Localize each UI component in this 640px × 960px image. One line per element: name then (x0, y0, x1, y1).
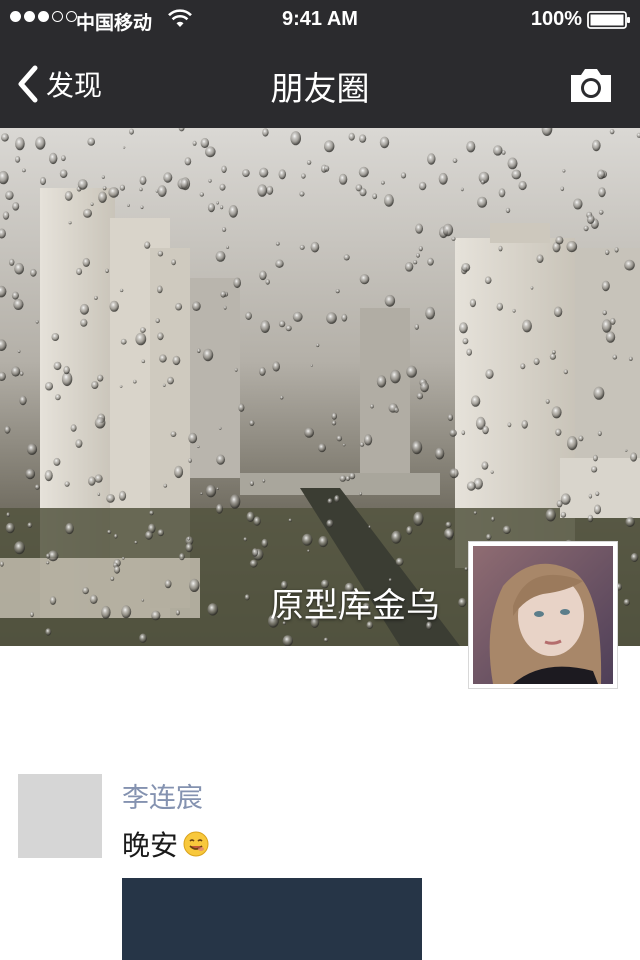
battery-icon (587, 11, 630, 29)
smiling-face-emoji-icon (183, 831, 209, 857)
navigation-bar: 发现 朋友圈 (0, 40, 640, 128)
post-text: 晚安 (122, 829, 179, 862)
battery-percentage: 100% (530, 8, 582, 30)
page-title: 朋友圈 (270, 69, 370, 108)
post-image[interactable] (122, 878, 422, 960)
profile-avatar[interactable] (468, 541, 618, 689)
status-bar: 中国移动 9:41 AM 100% (0, 0, 640, 40)
profile-owner-name: 原型库金乌 (270, 586, 440, 626)
profile-photo (473, 546, 613, 684)
author-name[interactable]: 李连宸 (122, 776, 203, 815)
post-content: 晚安 (122, 824, 210, 864)
camera-icon[interactable] (568, 66, 614, 104)
moment-post: 李连宸 晚安 (0, 772, 640, 960)
author-avatar[interactable] (18, 774, 102, 858)
